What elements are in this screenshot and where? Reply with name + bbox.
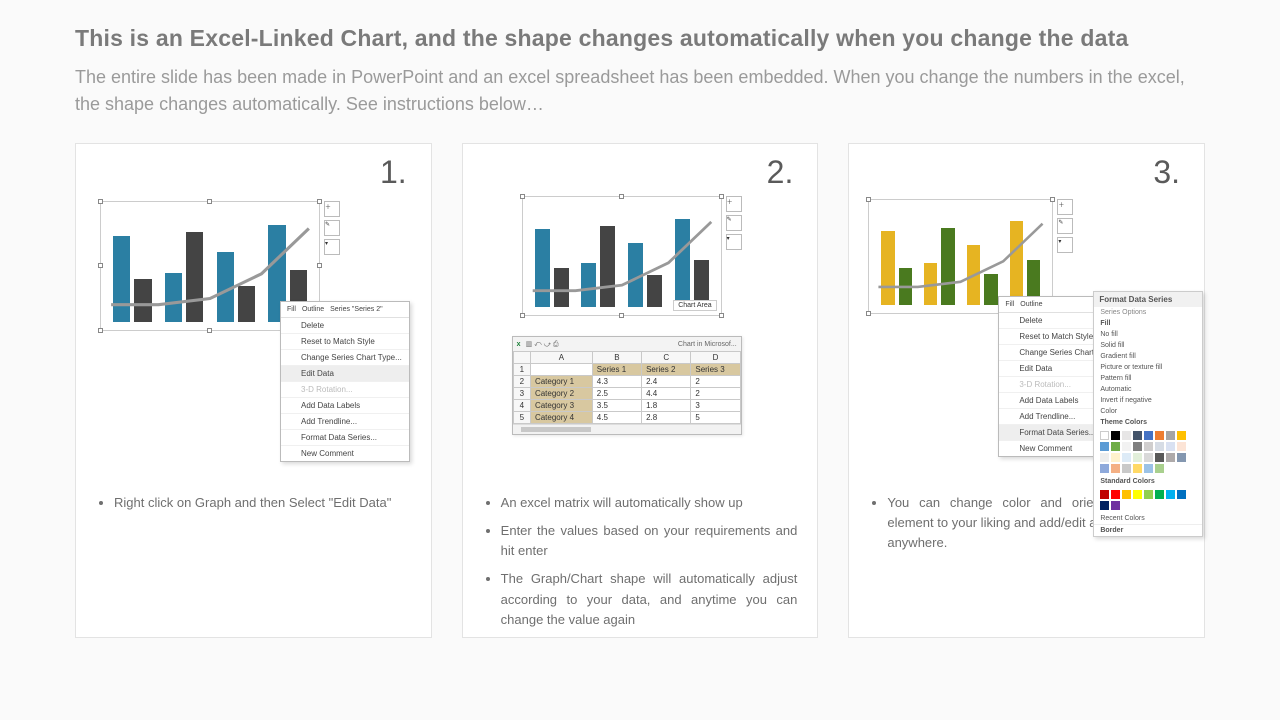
excel-grid[interactable]: ABCD 1 Series 1 Series 2 Series 3 2Categ… (513, 351, 741, 424)
fill-opt-pattern[interactable]: Pattern fill (1094, 373, 1202, 384)
bullet: Right click on Graph and then Select "Ed… (114, 493, 411, 513)
filter-icon[interactable]: ▾ (324, 239, 340, 255)
slide-title: This is an Excel-Linked Chart, and the s… (75, 25, 1205, 52)
ctx-delete[interactable]: Delete (999, 313, 1107, 329)
step-card-2: 2. Chart Area ＋ ✎ ▾ (462, 143, 819, 638)
fill-heading[interactable]: Fill (1094, 318, 1202, 329)
ctx-format-series[interactable]: Format Data Series... (281, 430, 409, 446)
ctx-change-type[interactable]: Change Series Chart Type... (999, 345, 1107, 361)
ctx-3d: 3-D Rotation... (281, 382, 409, 398)
ctx-add-trendline[interactable]: Add Trendline... (281, 414, 409, 430)
ctx-add-labels[interactable]: Add Data Labels (999, 393, 1107, 409)
chart-side-buttons[interactable]: ＋ ✎ ▾ (726, 196, 742, 250)
brush-icon[interactable]: ✎ (1057, 218, 1073, 234)
step-number: 2. (477, 154, 794, 191)
bullet: Enter the values based on your requireme… (501, 521, 798, 561)
step-number: 1. (90, 154, 407, 191)
color-label: Color (1094, 406, 1202, 417)
ctx-add-trendline[interactable]: Add Trendline... (999, 409, 1107, 425)
step-notes-2: An excel matrix will automatically show … (483, 493, 798, 638)
plus-icon[interactable]: ＋ (1057, 199, 1073, 215)
standard-colors-label: Standard Colors (1094, 476, 1202, 487)
excel-window[interactable]: x ▥ ⤺ ⤻ ⎙ Chart in Microsof... ABCD 1 Se… (512, 336, 742, 435)
ctx-edit-data[interactable]: Edit Data (999, 361, 1107, 377)
chart-thumbnail[interactable]: Chart Area (522, 196, 722, 316)
fill-icon[interactable]: Fill (1005, 301, 1014, 308)
ctx-add-labels[interactable]: Add Data Labels (281, 398, 409, 414)
ctx-edit-data[interactable]: Edit Data (281, 366, 409, 382)
thumbnail-area-3: ＋ ✎ ▾ Fill Outline Delete Reset to Match… (863, 191, 1190, 481)
ctx-reset[interactable]: Reset to Match Style (999, 329, 1107, 345)
fill-opt-no[interactable]: No fill (1094, 329, 1202, 340)
plus-icon[interactable]: ＋ (726, 196, 742, 212)
fill-opt-solid[interactable]: Solid fill (1094, 340, 1202, 351)
fmt-subtitle: Series Options (1094, 307, 1202, 318)
format-data-series-pane[interactable]: Format Data Series Series Options Fill N… (1093, 291, 1203, 537)
card-row: 1. ＋ ✎ ▾ (75, 143, 1205, 638)
standard-swatches[interactable] (1094, 487, 1202, 513)
context-menu[interactable]: Fill Outline Series "Series 2" Delete Re… (280, 301, 410, 462)
ctx-new-comment[interactable]: New Comment (999, 441, 1107, 456)
fill-opt-gradient[interactable]: Gradient fill (1094, 351, 1202, 362)
thumbnail-area-2: Chart Area ＋ ✎ ▾ x ▥ ⤺ ⤻ ⎙ Chart in Micr… (477, 191, 804, 481)
series-selector[interactable]: Series "Series 2" (330, 306, 382, 313)
ctx-new-comment[interactable]: New Comment (281, 446, 409, 461)
brush-icon[interactable]: ✎ (324, 220, 340, 236)
ctx-delete[interactable]: Delete (281, 318, 409, 334)
bullet: An excel matrix will automatically show … (501, 493, 798, 513)
ctx-format-series[interactable]: Format Data Series... (999, 425, 1107, 441)
step-number: 3. (863, 154, 1180, 191)
excel-icon: x (517, 341, 521, 348)
ctx-change-type[interactable]: Change Series Chart Type... (281, 350, 409, 366)
fill-opt-invert[interactable]: Invert if negative (1094, 395, 1202, 406)
chart-side-buttons[interactable]: ＋ ✎ ▾ (1057, 199, 1073, 253)
step-notes-1: Right click on Graph and then Select "Ed… (96, 493, 411, 521)
thumbnail-area-1: ＋ ✎ ▾ Fill Outline Series "Series 2" Del… (90, 191, 417, 481)
outline-icon[interactable]: Outline (1020, 301, 1042, 308)
plus-icon[interactable]: ＋ (324, 201, 340, 217)
context-menu-compact[interactable]: Fill Outline Delete Reset to Match Style… (998, 296, 1108, 457)
slide-subtitle: The entire slide has been made in PowerP… (75, 64, 1205, 118)
brush-icon[interactable]: ✎ (726, 215, 742, 231)
step-card-1: 1. ＋ ✎ ▾ (75, 143, 432, 638)
fmt-title: Format Data Series (1094, 292, 1202, 307)
chart-side-buttons[interactable]: ＋ ✎ ▾ (324, 201, 340, 255)
chart-area-label: Chart Area (673, 300, 716, 311)
border-heading[interactable]: Border (1094, 524, 1202, 536)
fill-icon[interactable]: Fill (287, 306, 296, 313)
recent-colors-label: Recent Colors (1094, 513, 1202, 524)
filter-icon[interactable]: ▾ (1057, 237, 1073, 253)
bullet: The Graph/Chart shape will automatically… (501, 569, 798, 629)
ctx-3d: 3-D Rotation... (999, 377, 1107, 393)
fill-opt-picture[interactable]: Picture or texture fill (1094, 362, 1202, 373)
excel-title: Chart in Microsof... (678, 341, 737, 348)
fill-opt-auto[interactable]: Automatic (1094, 384, 1202, 395)
filter-icon[interactable]: ▾ (726, 234, 742, 250)
outline-icon[interactable]: Outline (302, 306, 324, 313)
step-card-3: 3. ＋ ✎ ▾ Fill (848, 143, 1205, 638)
theme-swatches[interactable] (1094, 428, 1202, 476)
theme-colors-label: Theme Colors (1094, 417, 1202, 428)
ctx-reset[interactable]: Reset to Match Style (281, 334, 409, 350)
